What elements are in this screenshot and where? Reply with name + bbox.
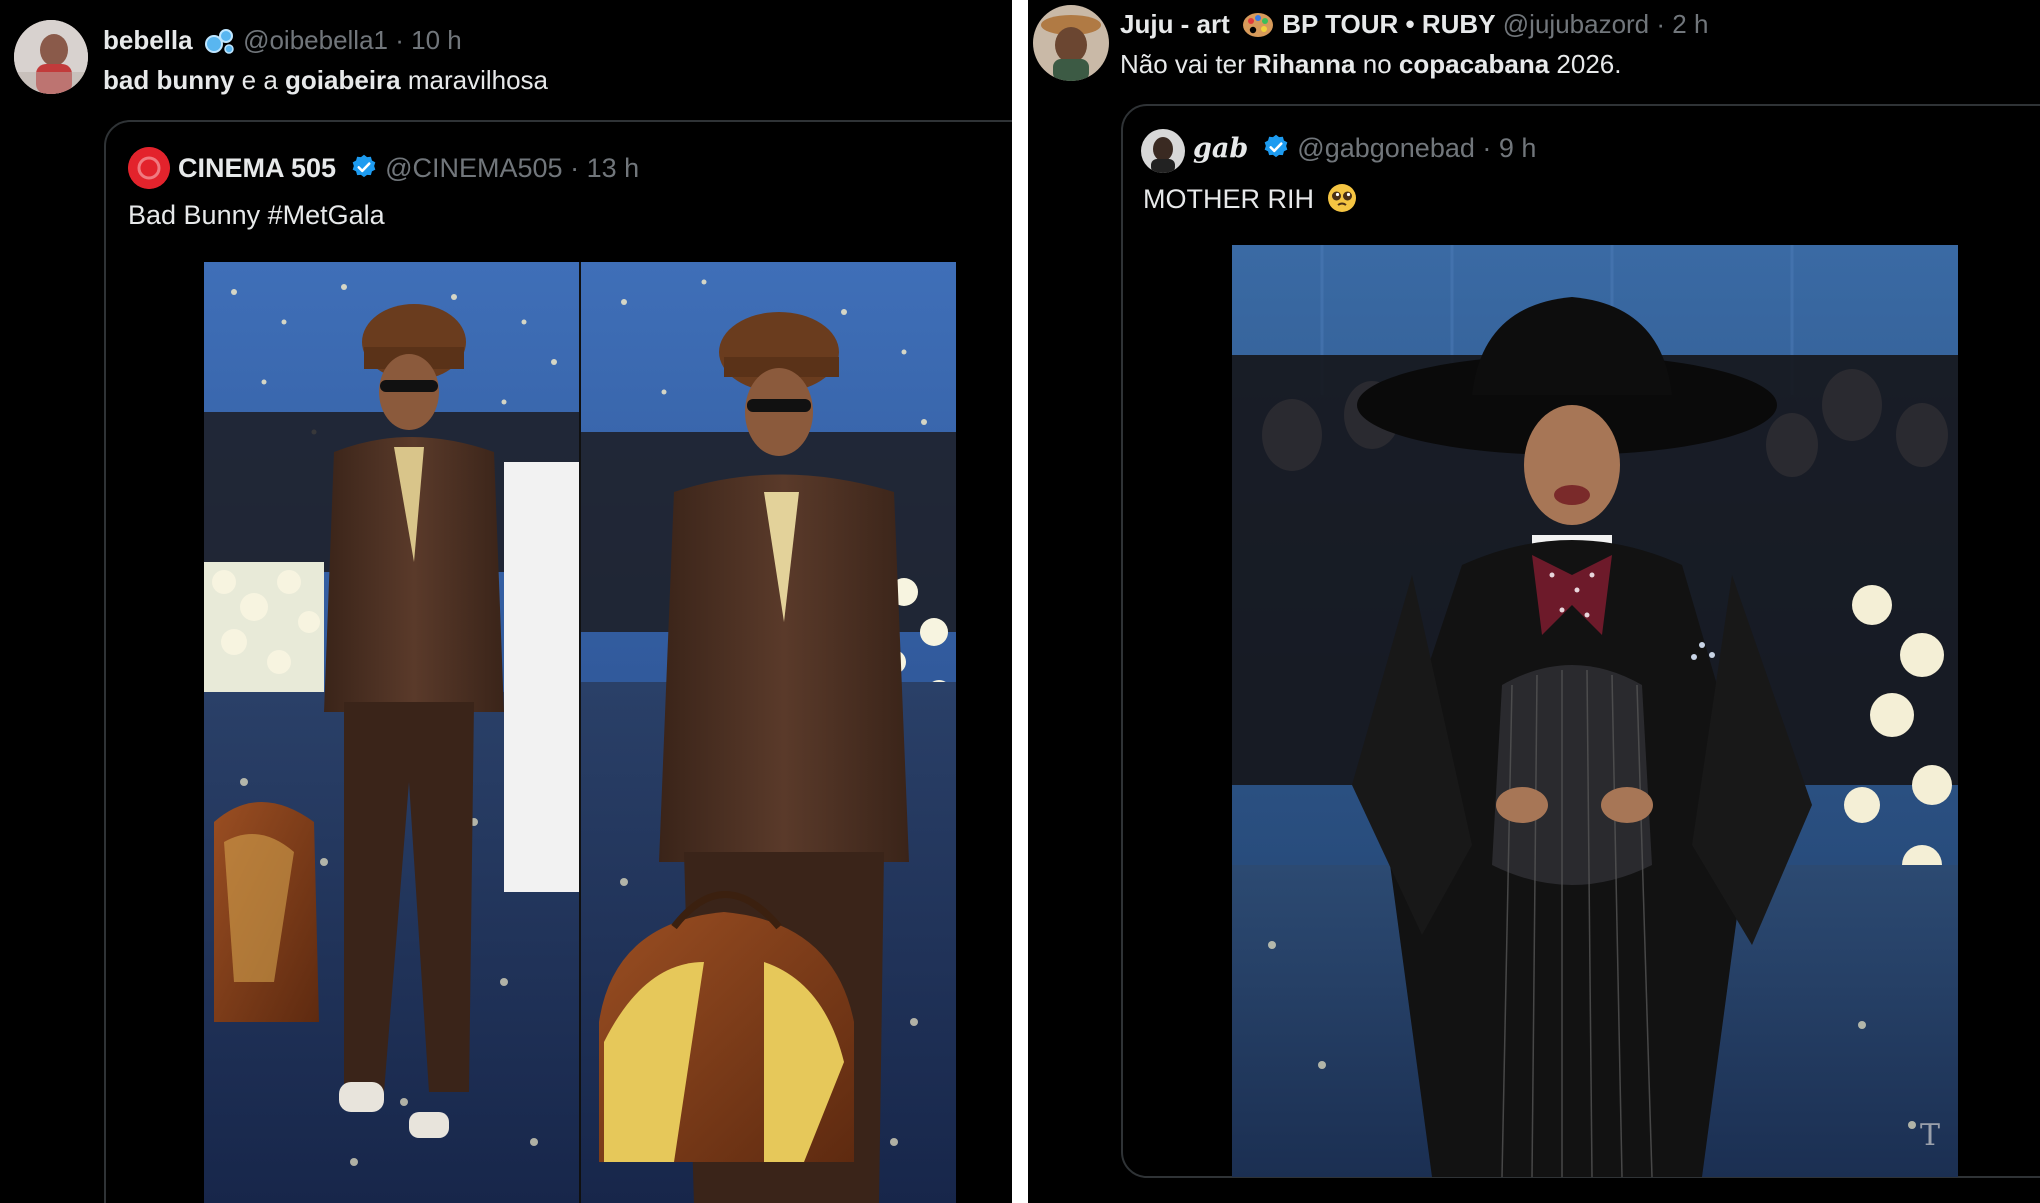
quoted-timestamp[interactable]: 13 h [587,153,640,183]
photo-collage-bad-bunny-met-gala [204,262,956,1203]
tweet-header: Juju - art BP TOUR • RUBY @jujubazord · … [1120,8,1708,46]
quoted-author-name[interactable]: gab [1193,133,1248,164]
separator-dot: · [570,153,580,183]
svg-text:T: T [1920,1118,1940,1153]
author-handle[interactable]: @oibebella1 [243,25,388,55]
separator-dot: · [1482,133,1492,163]
text-bold-part: Rihanna [1252,49,1356,79]
pleading-face-emoji-icon [1326,182,1358,221]
separator-dot: · [1656,9,1666,39]
cinema505-logo-icon [128,147,170,189]
author-name-suffix: BP TOUR • RUBY [1282,9,1496,39]
avatar-juju[interactable] [1033,5,1109,81]
text-part: e a [234,65,286,95]
quoted-header: gab @gabgonebad · 9 h [1193,132,1536,168]
quoted-header: CINEMA 505 @CINEMA505 · 13 h [178,152,639,188]
tweet-header: bebella @oibebella1 · 10 h [103,24,462,62]
text-part: 2026. [1549,49,1622,79]
tweet-text: bad bunny e a goiabeira maravilhosa [103,64,548,96]
tweet-text: Não vai ter Rihanna no copacabana 2026. [1120,48,1622,80]
author-name[interactable]: bebella [103,25,193,55]
avatar-image [1033,5,1109,81]
tweet-panel-right: Juju - art BP TOUR • RUBY @jujubazord · … [1028,0,2040,1203]
palette-emoji-icon [1241,11,1275,46]
avatar-image [14,20,88,94]
text-bold-part: bad bunny [103,65,235,95]
avatar-gab[interactable] [1141,129,1185,173]
avatar-cinema505[interactable] [128,147,170,189]
quoted-text: Bad Bunny #MetGala [128,200,385,230]
verified-badge-icon [1262,133,1290,168]
tweet-panel-left: bebella @oibebella1 · 10 h bad bunny e a… [0,0,1012,1203]
text-part: maravilhosa [400,65,549,95]
quoted-text-content: MOTHER RIH [1143,184,1314,214]
quoted-author-name[interactable]: CINEMA 505 [178,153,336,183]
bubbles-emoji-icon [204,27,236,62]
text-part: no [1355,49,1399,79]
quoted-media-photo[interactable]: T [1232,245,1958,1177]
avatar-image [1141,129,1185,173]
text-bold-part: copacabana [1398,49,1550,79]
timestamp[interactable]: 10 h [411,25,462,55]
author-name[interactable]: Juju - art [1120,9,1230,39]
quoted-timestamp[interactable]: 9 h [1499,133,1537,163]
quoted-author-handle[interactable]: @CINEMA505 [385,153,562,183]
separator-dot: · [395,25,404,55]
quoted-media-photo[interactable] [204,262,956,1203]
avatar-bebella[interactable] [14,20,88,94]
photo-rihanna-met-gala: T [1232,245,1958,1177]
quoted-text: MOTHER RIH [1143,182,1358,221]
verified-badge-icon [350,153,378,188]
quoted-author-handle[interactable]: @gabgonebad [1297,133,1475,163]
text-bold-part: goiabeira [285,65,401,95]
author-handle[interactable]: @jujubazord [1503,9,1649,39]
quoted-tweet[interactable]: gab @gabgonebad · 9 h MOTHER RIH T [1121,104,2040,1178]
quoted-tweet[interactable]: CINEMA 505 @CINEMA505 · 13 h Bad Bunny #… [104,120,1012,1203]
text-part: Não vai ter [1120,49,1253,79]
timestamp[interactable]: 2 h [1672,9,1708,39]
